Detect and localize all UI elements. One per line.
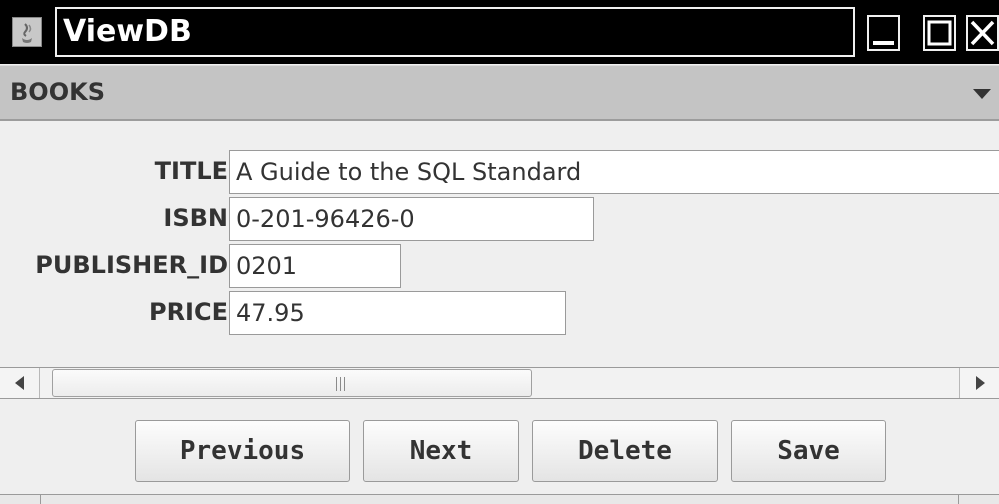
maximize-icon xyxy=(927,20,952,46)
bottom-divider-right xyxy=(958,494,959,504)
isbn-field[interactable] xyxy=(229,197,594,241)
java-app-icon[interactable] xyxy=(12,17,42,47)
table-selector-value: BOOKS xyxy=(10,78,105,106)
viewdb-window: ViewDB BOOKS TITLE ISBN xyxy=(0,0,999,504)
delete-button[interactable]: Delete xyxy=(532,420,718,482)
minimize-button[interactable] xyxy=(867,15,900,51)
close-icon xyxy=(970,20,995,46)
bottom-divider-left xyxy=(40,494,41,504)
chevron-down-icon[interactable] xyxy=(972,86,992,105)
scrollbar-thumb[interactable] xyxy=(52,369,532,397)
table-selector-combo[interactable]: BOOKS xyxy=(0,65,999,121)
minimize-icon xyxy=(873,41,894,45)
maximize-button[interactable] xyxy=(923,15,956,51)
field-label-publisher-id: PUBLISHER_ID xyxy=(35,251,228,279)
button-bar: Previous Next Delete Save xyxy=(0,400,999,504)
close-button[interactable] xyxy=(966,15,999,51)
field-label-isbn: ISBN xyxy=(163,204,228,232)
arrow-left-icon xyxy=(15,376,24,390)
arrow-right-icon xyxy=(976,376,985,390)
field-label-title: TITLE xyxy=(154,157,228,185)
scroll-right-button[interactable] xyxy=(959,368,999,398)
price-field[interactable] xyxy=(229,291,566,335)
next-button[interactable]: Next xyxy=(363,420,519,482)
title-field[interactable] xyxy=(229,150,999,194)
title-bar[interactable]: ViewDB xyxy=(0,0,999,64)
record-form: TITLE ISBN PUBLISHER_ID PRICE xyxy=(0,122,999,366)
bottom-scroll-edge xyxy=(0,494,999,504)
save-button[interactable]: Save xyxy=(731,420,886,482)
previous-button[interactable]: Previous xyxy=(135,420,350,482)
scroll-left-button[interactable] xyxy=(0,368,40,398)
horizontal-scrollbar[interactable] xyxy=(0,367,999,399)
grip-icon xyxy=(336,377,345,391)
publisher-id-field[interactable] xyxy=(229,244,401,288)
field-label-price: PRICE xyxy=(148,298,228,326)
window-title: ViewDB xyxy=(63,14,192,49)
